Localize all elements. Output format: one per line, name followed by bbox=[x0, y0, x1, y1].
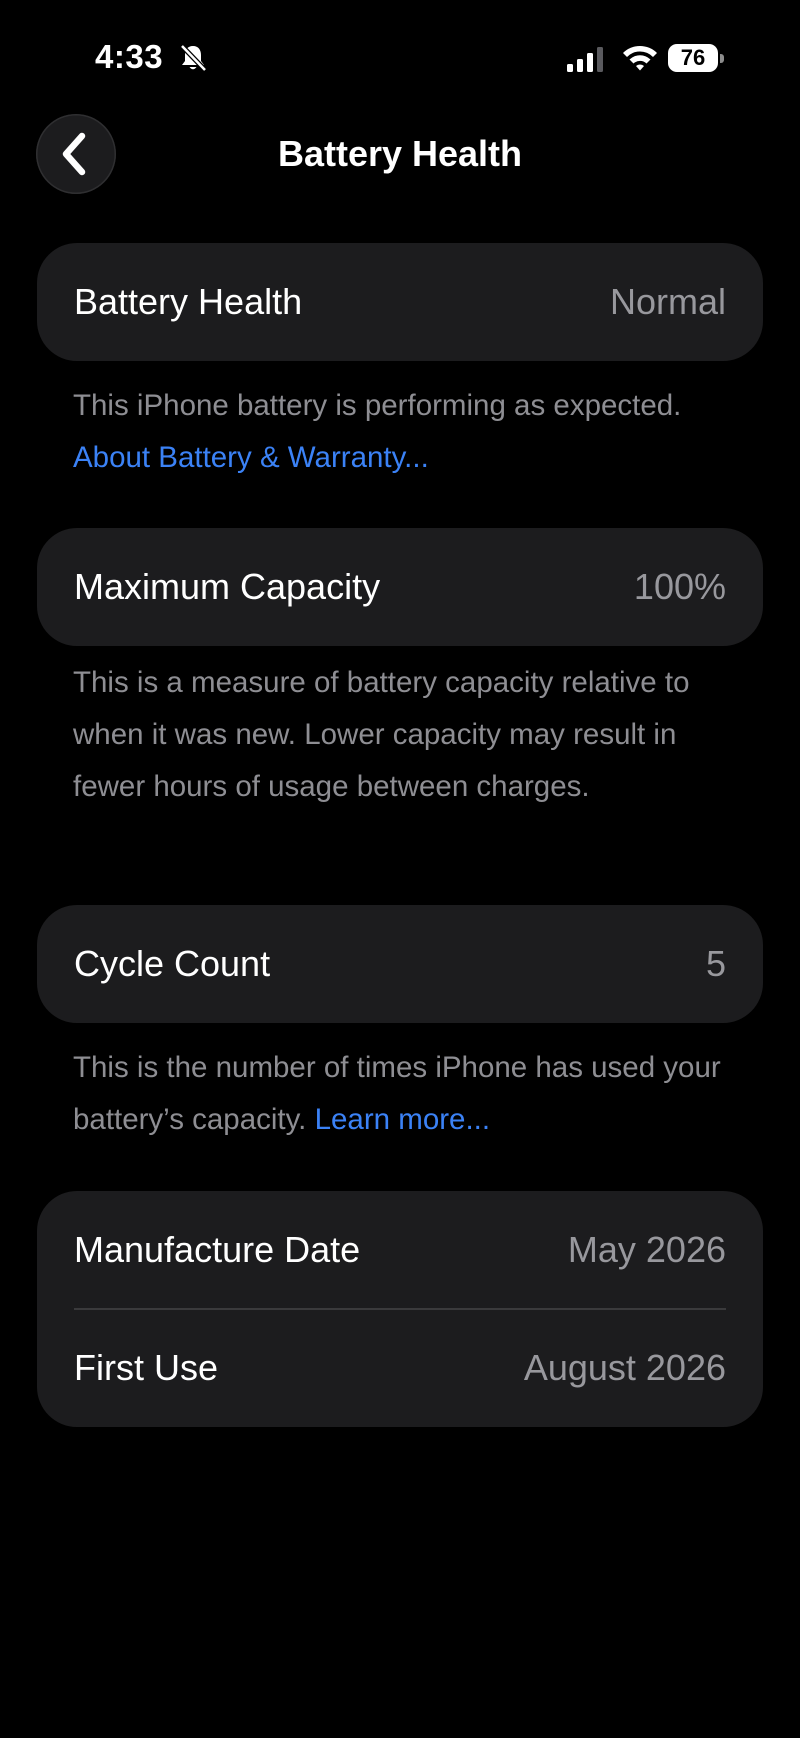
battery-health-value: Normal bbox=[609, 281, 726, 322]
cellular-signal-icon bbox=[566, 45, 606, 73]
maximum-capacity-card: Maximum Capacity 100% bbox=[37, 528, 763, 646]
page-title: Battery Health bbox=[277, 133, 523, 174]
battery-health-row: Battery Health Normal bbox=[37, 243, 763, 361]
battery-health-description: This iPhone battery is performing as exp… bbox=[73, 380, 743, 484]
wifi-icon bbox=[620, 42, 660, 74]
first-use-value: August 2026 bbox=[523, 1347, 726, 1388]
dates-card: Manufacture Date May 2026 First Use Augu… bbox=[37, 1191, 763, 1427]
first-use-row: First Use August 2026 bbox=[37, 1309, 763, 1427]
bell-slash-icon bbox=[178, 43, 208, 73]
first-use-label: First Use bbox=[74, 1347, 218, 1388]
about-battery-warranty-link[interactable]: About Battery & Warranty... bbox=[73, 441, 429, 474]
battery-tip bbox=[720, 54, 724, 63]
manufacture-date-value: May 2026 bbox=[567, 1229, 726, 1270]
status-bar: 4:33 76 bbox=[0, 0, 800, 110]
battery-level: 76 bbox=[668, 44, 718, 72]
manufacture-date-label: Manufacture Date bbox=[74, 1229, 361, 1270]
maximum-capacity-description: This is a measure of battery capacity re… bbox=[73, 666, 690, 803]
battery-health-card: Battery Health Normal bbox=[37, 243, 763, 361]
battery-icon: 76 bbox=[668, 44, 726, 74]
cycle-count-card: Cycle Count 5 bbox=[37, 905, 763, 1023]
cycle-count-value: 5 bbox=[705, 943, 726, 984]
learn-more-link[interactable]: Learn more... bbox=[315, 1103, 490, 1136]
battery-health-label: Battery Health bbox=[74, 281, 303, 322]
cycle-count-row: Cycle Count 5 bbox=[37, 905, 763, 1023]
maximum-capacity-label: Maximum Capacity bbox=[74, 566, 381, 607]
maximum-capacity-row: Maximum Capacity 100% bbox=[37, 528, 763, 646]
maximum-capacity-value: 100% bbox=[633, 566, 726, 607]
battery-health-description-text: This iPhone battery is performing as exp… bbox=[73, 389, 682, 422]
cycle-count-description: This is the number of times iPhone has u… bbox=[73, 1042, 743, 1146]
cycle-count-label: Cycle Count bbox=[74, 943, 271, 984]
status-time: 4:33 bbox=[95, 38, 164, 75]
manufacture-date-row: Manufacture Date May 2026 bbox=[37, 1191, 763, 1309]
